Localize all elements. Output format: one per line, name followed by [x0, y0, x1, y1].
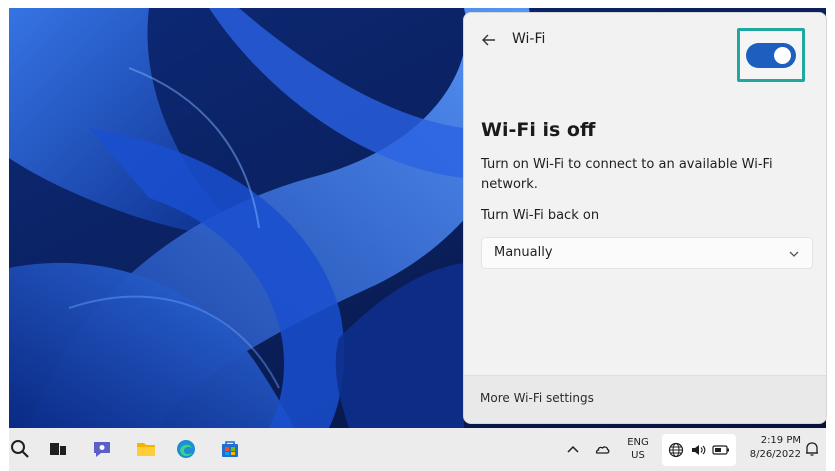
toggle-knob	[774, 46, 791, 64]
turn-back-on-label: Turn Wi-Fi back on	[481, 208, 600, 223]
dropdown-value: Manually	[494, 245, 553, 260]
battery-icon	[712, 445, 729, 455]
region-code: US	[631, 450, 645, 461]
chat-icon[interactable]	[91, 438, 113, 460]
toggle-highlight-frame	[737, 28, 805, 82]
turn-back-on-dropdown[interactable]: Manually	[481, 237, 813, 269]
more-wifi-settings-link[interactable]: More Wi-Fi settings	[480, 391, 594, 405]
panel-footer: More Wi-Fi settings	[464, 375, 826, 423]
panel-title: Wi-Fi	[512, 31, 546, 47]
notification-bell-icon[interactable]	[803, 440, 821, 458]
task-view-icon[interactable]	[47, 438, 69, 460]
language-code: ENG	[627, 437, 649, 448]
volume-icon	[692, 445, 706, 455]
back-button[interactable]	[478, 29, 500, 51]
store-icon[interactable]	[219, 438, 241, 460]
clock-date-text: 8/26/2022	[749, 449, 801, 460]
globe-network-icon	[668, 442, 684, 458]
search-icon[interactable]	[9, 438, 31, 460]
edge-icon[interactable]	[175, 438, 197, 460]
wifi-flyout-panel: Wi-Fi Wi-Fi is off Turn on Wi-Fi to conn…	[463, 12, 827, 424]
onedrive-cloud-icon[interactable]	[593, 440, 611, 458]
taskbar: ENG US 2:19 PM 8/26/2022	[9, 428, 826, 471]
wifi-status-description: Turn on Wi-Fi to connect to an available…	[481, 157, 773, 192]
file-explorer-icon[interactable]	[135, 438, 157, 460]
clock-date[interactable]: 2:19 PM 8/26/2022	[739, 434, 801, 462]
input-language-indicator[interactable]: ENG US	[623, 436, 653, 462]
panel-header: Wi-Fi	[464, 13, 826, 83]
wifi-status-heading: Wi-Fi is off	[481, 119, 596, 141]
chevron-down-icon	[789, 251, 799, 257]
show-hidden-icons-chevron-up-icon[interactable]	[565, 441, 581, 457]
quick-settings-button[interactable]	[662, 434, 736, 466]
arrow-left-icon	[482, 34, 495, 46]
wifi-toggle[interactable]	[746, 42, 796, 68]
clock-time: 2:19 PM	[760, 435, 801, 446]
